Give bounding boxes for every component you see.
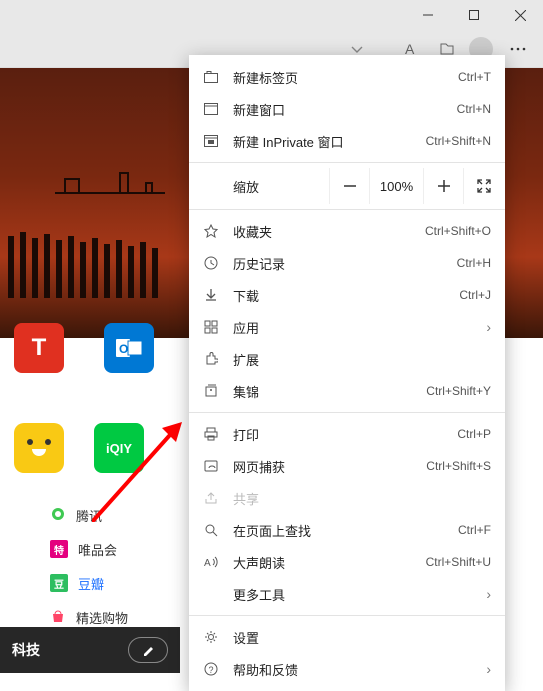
link-label: 豆瓣 — [78, 574, 104, 593]
menu-capture[interactable]: 网页捕获 Ctrl+Shift+S — [189, 450, 505, 482]
extensions-icon — [203, 351, 219, 367]
tile-tmall[interactable]: T 天猫 — [14, 323, 64, 398]
menu-extensions[interactable]: 扩展 — [189, 343, 505, 375]
fullscreen-button[interactable] — [463, 168, 503, 204]
inprivate-icon — [203, 133, 219, 149]
link-douban[interactable]: 豆 豆瓣 — [50, 566, 180, 600]
svg-text:A: A — [204, 558, 211, 569]
print-icon — [203, 426, 219, 442]
tmall-icon: T — [14, 323, 64, 373]
menu-downloads[interactable]: 下载 Ctrl+J — [189, 279, 505, 311]
chevron-right-icon: › — [479, 319, 491, 335]
vip-badge-icon: 特 — [50, 540, 68, 558]
tile-suning[interactable] — [14, 423, 64, 473]
iqiyi-icon: iQIY — [94, 423, 144, 473]
window-titlebar — [0, 0, 543, 30]
menu-find[interactable]: 在页面上查找 Ctrl+F — [189, 514, 505, 546]
minimize-button[interactable] — [405, 0, 451, 30]
link-vipshop[interactable]: 特 唯品会 — [50, 532, 180, 566]
chevron-right-icon: › — [479, 586, 491, 602]
zoom-label: 缩放 — [203, 177, 329, 196]
menu-favorites[interactable]: 收藏夹 Ctrl+Shift+O — [189, 215, 505, 247]
svg-text:O: O — [119, 342, 128, 356]
bag-icon — [50, 608, 66, 627]
apps-icon — [203, 319, 219, 335]
settings-menu: 新建标签页 Ctrl+T 新建窗口 Ctrl+N 新建 InPrivate 窗口… — [189, 55, 505, 691]
zoom-value: 100% — [369, 168, 423, 204]
tile-label: 天猫 — [26, 379, 52, 398]
help-icon: ? — [203, 661, 219, 677]
chevron-right-icon: › — [479, 661, 491, 677]
outlook-icon: O — [104, 323, 154, 373]
link-label: 精选购物 — [76, 608, 128, 627]
lion-icon — [14, 423, 64, 473]
zoom-row: 缩放 100% — [189, 168, 505, 204]
zoom-out-button[interactable] — [329, 168, 369, 204]
window-icon — [203, 101, 219, 117]
menu-collections[interactable]: 集锦 Ctrl+Shift+Y — [189, 375, 505, 407]
quick-links: 腾讯 特 唯品会 豆 豆瓣 精选购物 — [0, 478, 180, 634]
download-icon — [203, 287, 219, 303]
tile-outlook[interactable]: O Outlook邮箱 — [94, 323, 165, 398]
menu-settings[interactable]: 设置 — [189, 621, 505, 653]
link-tencent[interactable]: 腾讯 — [50, 498, 180, 532]
link-label: 腾讯 — [76, 506, 102, 525]
new-tab-icon — [203, 69, 219, 85]
maximize-button[interactable] — [451, 0, 497, 30]
menu-print[interactable]: 打印 Ctrl+P — [189, 418, 505, 450]
menu-new-inprivate[interactable]: 新建 InPrivate 窗口 Ctrl+Shift+N — [189, 125, 505, 157]
search-icon — [203, 522, 219, 538]
menu-apps[interactable]: 应用 › — [189, 311, 505, 343]
edit-button[interactable] — [128, 637, 168, 663]
gear-icon — [203, 629, 219, 645]
menu-help[interactable]: ? 帮助和反馈 › — [189, 653, 505, 685]
history-icon — [203, 255, 219, 271]
read-aloud-icon: A — [203, 554, 219, 570]
tile-iqiyi[interactable]: iQIY — [94, 423, 144, 473]
menu-more-tools[interactable]: 更多工具 › — [189, 578, 505, 610]
douban-badge-icon: 豆 — [50, 574, 68, 592]
category-label[interactable]: 科技 — [12, 640, 40, 660]
share-icon — [203, 490, 219, 506]
menu-new-tab[interactable]: 新建标签页 Ctrl+T — [189, 61, 505, 93]
svg-text:?: ? — [209, 665, 214, 675]
capture-icon — [203, 458, 219, 474]
link-label: 唯品会 — [78, 540, 117, 559]
menu-new-window[interactable]: 新建窗口 Ctrl+N — [189, 93, 505, 125]
collections-icon — [203, 383, 219, 399]
bottom-bar: 科技 — [0, 627, 180, 673]
more-button[interactable] — [501, 34, 535, 64]
menu-history[interactable]: 历史记录 Ctrl+H — [189, 247, 505, 279]
menu-read-aloud[interactable]: A 大声朗读 Ctrl+Shift+U — [189, 546, 505, 578]
menu-share: 共享 — [189, 482, 505, 514]
zoom-in-button[interactable] — [423, 168, 463, 204]
tencent-icon — [50, 506, 66, 525]
star-icon — [203, 223, 219, 239]
close-button[interactable] — [497, 0, 543, 30]
tile-label: Outlook邮箱 — [94, 379, 165, 398]
